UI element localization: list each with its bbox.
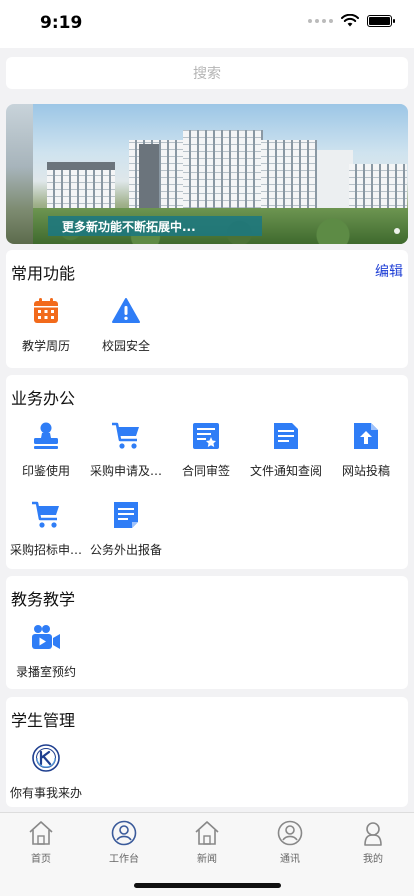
news-home-icon [195, 821, 219, 845]
home-indicator[interactable] [134, 883, 281, 888]
stamp-icon [31, 421, 61, 451]
banner-previous-slide [6, 104, 33, 244]
office-item-label: 采购招标申… [9, 543, 82, 557]
office-item-seal-use[interactable]: 印鉴使用 [6, 421, 86, 491]
office-item-business-trip-report[interactable]: 公务外出报备 [86, 500, 166, 570]
status-bar: 9:19 [0, 0, 414, 48]
office-item-contract-sign[interactable]: 合同审签 [166, 421, 246, 491]
warning-icon [111, 296, 141, 326]
cart-icon [111, 421, 141, 451]
tab-label: 通讯 [280, 854, 300, 865]
search-input[interactable]: 搜索 [6, 57, 408, 89]
workbench-icon [111, 820, 137, 846]
search-placeholder: 搜索 [193, 66, 221, 82]
tab-news[interactable]: 新闻 [166, 819, 248, 869]
student-management-section: 学生管理 你有事我来办 [6, 697, 408, 807]
business-office-section: 业务办公 印鉴使用 采购申请及… 合同审签 文件通知查阅 网站投稿 采购招标申…… [6, 375, 408, 569]
wifi-icon [341, 14, 359, 27]
bottom-tab-bar: 首页 工作台 新闻 通讯 我的 [0, 812, 414, 896]
office-item-label: 文件通知查阅 [249, 464, 322, 478]
video-camera-icon [31, 622, 61, 652]
tab-workbench[interactable]: 工作台 [83, 819, 165, 869]
profile-icon [364, 822, 382, 846]
function-item-label: 教学周历 [21, 339, 70, 353]
signal-icon [308, 18, 333, 23]
report-icon [111, 500, 141, 530]
section-title: 业务办公 [11, 389, 76, 408]
upload-file-icon [351, 421, 381, 451]
section-title: 教务教学 [11, 590, 76, 609]
teaching-item-recording-room[interactable]: 录播室预约 [6, 622, 86, 692]
student-item-label: 你有事我来办 [9, 786, 82, 800]
office-item-website-submission[interactable]: 网站投稿 [326, 421, 406, 491]
tab-home[interactable]: 首页 [0, 819, 82, 869]
tab-label: 我的 [363, 854, 383, 865]
office-item-label: 印鉴使用 [21, 464, 70, 478]
section-title: 常用功能 [11, 264, 76, 283]
tab-contacts[interactable]: 通讯 [249, 819, 331, 869]
banner-page-indicator[interactable] [394, 228, 400, 234]
office-item-document-notice[interactable]: 文件通知查阅 [246, 421, 326, 491]
battery-icon [367, 14, 395, 27]
office-item-label: 采购申请及… [89, 464, 162, 478]
calendar-icon [31, 296, 61, 326]
teaching-item-label: 录播室预约 [15, 665, 76, 679]
function-item-teaching-calendar[interactable]: 教学周历 [6, 296, 86, 366]
status-time: 9:19 [40, 13, 83, 33]
student-item-service[interactable]: 你有事我来办 [6, 743, 86, 813]
office-item-label: 公务外出报备 [89, 543, 162, 557]
function-item-campus-safety[interactable]: 校园安全 [86, 296, 166, 366]
office-item-label: 网站投稿 [341, 464, 390, 478]
tab-profile[interactable]: 我的 [332, 819, 414, 869]
office-item-label: 合同审签 [181, 464, 230, 478]
banner-caption: 更多新功能不断拓展中... [48, 216, 262, 236]
document-icon [271, 421, 301, 451]
tab-label: 新闻 [197, 854, 217, 865]
common-functions-section: 常用功能 编辑 教学周历 校园安全 [6, 250, 408, 368]
academic-teaching-section: 教务教学 录播室预约 [6, 576, 408, 689]
office-item-purchase-tender[interactable]: 采购招标申… [6, 500, 86, 570]
home-icon [29, 821, 53, 845]
office-item-purchase-request[interactable]: 采购申请及… [86, 421, 166, 491]
contacts-icon [277, 820, 303, 846]
tab-label: 首页 [31, 854, 51, 865]
function-item-label: 校园安全 [101, 339, 150, 353]
banner-carousel[interactable]: 更多新功能不断拓展中... [6, 104, 408, 244]
contract-icon [191, 421, 221, 451]
section-title: 学生管理 [11, 711, 76, 730]
status-icons [308, 14, 395, 27]
school-logo-icon [31, 743, 61, 773]
edit-button[interactable]: 编辑 [375, 261, 403, 281]
tab-label: 工作台 [109, 854, 139, 865]
cart-icon [31, 500, 61, 530]
